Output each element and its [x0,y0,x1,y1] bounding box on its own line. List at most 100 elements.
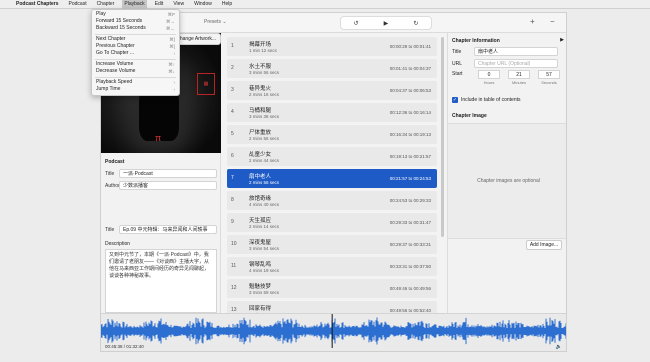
chapter-row[interactable]: 12 魁魅技梦 3 mins 59 secs 00:49:46 to 00:49:56 [227,279,437,298]
chapter-row[interactable]: 2 水土不服 3 mins 56 secs 00:01:41 to 00:04:37 [227,59,437,78]
chapter-row[interactable]: 1 揭幕开场 1 min 12 secs 00:00:29 to 00:01:41 [227,37,437,56]
minutes-caption: Minutes [511,80,526,85]
chapter-title: 天生孤应 [249,218,272,224]
chapter-title: 深夜鬼屋 [249,240,272,246]
presets-dropdown[interactable]: Presets ⌄ [204,19,227,25]
menu-item[interactable]: Increase Volume ⌘↑ [92,61,179,68]
podcast-author-label: Author [105,182,120,189]
play-icon[interactable]: ▶ [384,20,389,27]
rewind-icon[interactable]: ↺ [354,20,359,27]
chapter-image-header: Chapter Image [452,113,487,119]
chapter-row[interactable]: 9 天生孤应 2 mins 14 secs 00:29:33 to 00:31:47 [227,213,437,232]
menu-separator [95,58,176,60]
menu-item[interactable]: Playback Speed › [92,79,179,86]
description-label: Description [105,241,131,247]
chapter-duration: 2 mins 16 secs [249,92,280,97]
chapter-duration: 4 mins 19 secs [249,268,280,273]
menu-view[interactable]: View [171,0,186,9]
start-label: Start [452,71,463,77]
podcast-author-field[interactable]: 少数派播客 [119,181,217,190]
remove-chapter-icon[interactable]: − [550,17,555,26]
podcast-title-field[interactable]: 一派·Podcast [119,169,217,178]
toc-checkbox[interactable]: ✓ [452,97,458,103]
chapter-number: 12 [231,285,237,291]
chapter-duration: 3 mins 59 secs [249,290,280,295]
chapter-title: 马桶和腿 [249,108,272,114]
chapter-title: 扇中老人 [249,174,272,180]
waveform[interactable]: 00:45:38 / 01:32:40 🔈 [101,313,567,352]
chapter-time-range: 00:04:37 to 00:06:53 [389,88,431,93]
menu-item-shortcut: ⌘↑ [168,62,175,67]
menu-edit[interactable]: Edit [153,0,166,9]
menu-item[interactable]: Play ⌘P [92,11,179,18]
chapter-number: 5 [231,131,234,137]
add-chapter-icon[interactable]: + [530,17,535,26]
menu-chapter[interactable]: Chapter [95,0,117,9]
start-minutes-field[interactable]: 21 [508,70,530,79]
start-seconds-field[interactable]: 57 [538,70,560,79]
chapter-url-field[interactable]: Chapter URL (Optional) [474,59,558,68]
chapter-row[interactable]: 4 马桶和腿 3 mins 38 secs 00:12:36 to 00:16:14 [227,103,437,122]
chapter-row[interactable]: 10 深夜鬼屋 3 mins 54 secs 00:29:37 to 00:33:31 [227,235,437,254]
menu-item[interactable]: Next Chapter ⌘] [92,36,179,43]
menu-item[interactable]: Go To Chapter ... › [92,50,179,57]
menu-item-shortcut: › [173,87,176,92]
volume-icon[interactable]: 🔈 [556,344,562,350]
chapter-row[interactable]: 3 巷异鬼火 2 mins 16 secs 00:04:37 to 00:06:53 [227,81,437,100]
chapter-row[interactable]: 8 旅馆奇缘 4 mins 40 secs 00:24:53 to 00:29:33 [227,191,437,210]
menu-playback[interactable]: Playback [122,0,147,9]
chapter-time-range: 00:19:13 to 00:21:57 [389,154,431,159]
menu-item-shortcut: › [173,51,176,56]
collapse-arrow-icon[interactable]: ▶ [560,37,564,43]
toc-checkbox-row[interactable]: ✓ Include in table of contents [452,97,521,103]
start-hours-field[interactable]: 0 [478,70,500,79]
menu-item[interactable]: Previous Chapter ⌘[ [92,43,179,50]
chapter-number: 2 [231,65,234,71]
menu-window[interactable]: Window [192,0,214,9]
menu-help[interactable]: Help [220,0,234,9]
menu-item[interactable]: Decrease Volume ⌘↓ [92,68,179,75]
chapter-row[interactable]: 7 扇中老人 2 mins 56 secs 00:21:57 to 00:24:53 [227,169,437,188]
chapter-title-field[interactable]: 扇中老人 [474,47,558,56]
chapter-row[interactable]: 6 乩童少女 2 mins 44 secs 00:19:13 to 00:21:57 [227,147,437,166]
chapter-row[interactable]: 11 钢琴乱鸣 4 mins 19 secs 00:33:31 to 00:37:50 [227,257,437,276]
chapter-time-range: 00:01:41 to 00:04:37 [389,66,431,71]
forward-icon[interactable]: ↻ [413,20,418,27]
chapter-time-range: 00:33:31 to 00:37:50 [389,264,431,269]
podcast-title-row: Title 一派·Podcast [105,169,217,178]
chapter-image-dropzone[interactable]: Chapter images are optional [448,123,566,239]
chapter-row[interactable]: 5 尸体重放 2 mins 56 secs 00:16:34 to 00:19:13 [227,125,437,144]
chapter-time-range: 00:29:37 to 00:33:31 [389,242,431,247]
description-field[interactable]: 又到中元节了，本期《一派·Podcast》中，我们邀请了老朋友——《对谈西》主播… [105,249,217,313]
chapter-list-scrollbar[interactable] [441,37,444,237]
menu-podcast[interactable]: Podcast [67,0,89,9]
chapter-duration: 3 mins 54 secs [249,246,280,251]
menu-item-label: Playback Speed [96,79,133,85]
menu-item-label: Backward 15 Seconds [96,25,146,31]
chapter-time-range: 00:29:33 to 00:31:47 [389,220,431,225]
chapter-duration: 3 mins 38 secs [249,114,280,119]
add-image-button[interactable]: Add Image... [526,240,562,250]
chapter-title: 乩童少女 [249,152,272,158]
menu-bar: Podcast Chapters Podcast Chapter Playbac… [0,0,650,9]
hours-caption: Hours [483,80,495,85]
podcast-header: Podcast [105,159,125,165]
menu-item-shortcut: › [173,80,176,85]
menu-item[interactable]: Forward 15 Seconds ⌘→ [92,18,179,25]
chapter-duration: 4 mins 40 secs [249,202,280,207]
chapter-title: 尸体重放 [249,130,272,136]
waveform-graph[interactable] [101,314,567,352]
menu-item-label: Jump Time [96,86,121,92]
menu-app-name[interactable]: Podcast Chapters [14,0,61,9]
chapter-title-row: Title 扇中老人 [452,47,558,56]
episode-title-row: Title Ep.09 中元特辑：马来异闻和人间轶事 [105,225,217,234]
menu-item[interactable]: Backward 15 Seconds ⌘← [92,25,179,32]
chapter-number: 11 [231,263,237,269]
chapter-number: 3 [231,87,234,93]
podcast-title-label: Title [105,170,115,177]
menu-item[interactable]: Jump Time › [92,86,179,93]
episode-title-field[interactable]: Ep.09 中元特辑：马来异闻和人间轶事 [119,225,217,234]
chapter-time-range: 00:24:53 to 00:29:33 [389,198,431,203]
chapter-title: 揭幕开场 [249,42,272,48]
transport-controls: ↺ ▶ ↻ [340,16,432,30]
